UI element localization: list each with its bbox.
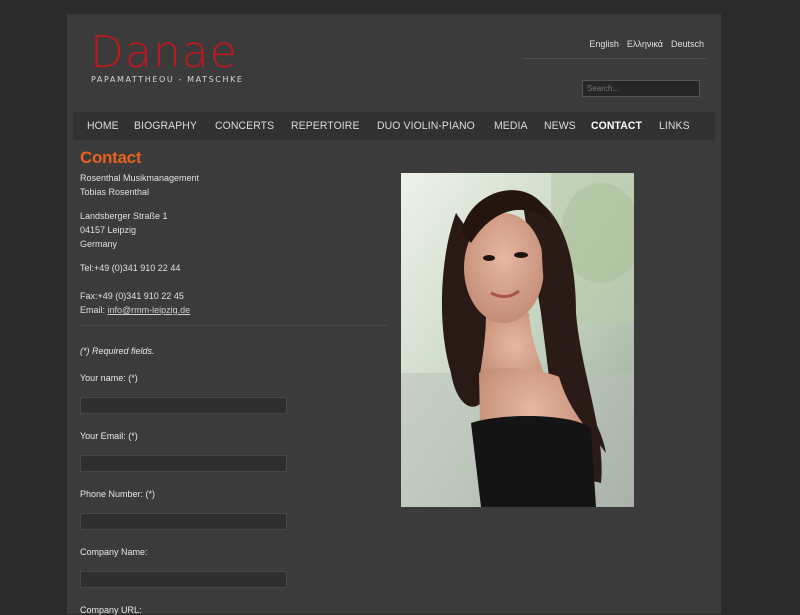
nav-media[interactable]: MEDIA	[494, 120, 528, 132]
org-name: Rosenthal Musikmanagement	[80, 173, 200, 183]
phone: Tel:+49 (0)341 910 22 44	[80, 263, 181, 273]
company-name-label: Company Name:	[80, 547, 148, 557]
nav-duo-violin-piano[interactable]: DUO VIOLIN-PIANO	[377, 120, 475, 132]
main-nav: HOME BIOGRAPHY CONCERTS REPERTOIRE DUO V…	[73, 112, 715, 140]
page-title: Contact	[80, 148, 142, 167]
nav-news[interactable]: NEWS	[544, 120, 576, 132]
person-name: Tobias Rosenthal	[80, 187, 150, 197]
nav-contact[interactable]: CONTACT	[591, 120, 642, 132]
nav-concerts[interactable]: CONCERTS	[215, 120, 274, 132]
email-input[interactable]	[80, 455, 287, 472]
city: 04157 Leipzig	[80, 225, 137, 235]
lang-german[interactable]: Deutsch	[671, 39, 704, 49]
company-name-input[interactable]	[80, 571, 287, 588]
street: Landsberger Straße 1	[80, 211, 168, 221]
fax: Fax:+49 (0)341 910 22 45	[80, 291, 184, 301]
email-label: Email:	[80, 305, 108, 315]
email-link[interactable]: info@rmm-leipzig.de	[108, 305, 191, 315]
lang-greek[interactable]: Ελληνικά	[627, 39, 663, 49]
search-input[interactable]	[582, 80, 700, 97]
nav-biography[interactable]: BIOGRAPHY	[134, 120, 197, 132]
contact-address: Rosenthal Musikmanagement Tobias Rosenth…	[80, 171, 400, 317]
required-note: (*) Required fields.	[80, 346, 155, 356]
country: Germany	[80, 239, 118, 249]
email-label-field: Your Email: (*)	[80, 431, 138, 441]
logo-title[interactable]: Danae	[90, 31, 238, 75]
nav-links[interactable]: LINKS	[659, 120, 690, 132]
company-url-label: Company URL:	[80, 605, 142, 615]
language-switcher: English Ελληνικά Deutsch	[589, 39, 704, 49]
portrait-photo	[401, 173, 634, 507]
name-label: Your name: (*)	[80, 373, 138, 383]
section-divider	[80, 325, 388, 326]
phone-label: Phone Number: (*)	[80, 489, 156, 499]
portrait-illustration	[401, 173, 634, 507]
nav-home[interactable]: HOME	[87, 120, 119, 132]
lang-english[interactable]: English	[589, 39, 619, 49]
phone-input[interactable]	[80, 513, 287, 530]
name-input[interactable]	[80, 397, 287, 414]
contact-content: Contact Rosenthal Musikmanagement Tobias…	[80, 148, 400, 615]
header-divider	[522, 58, 706, 59]
logo-subtitle: PAPAMATTHEOU - MATSCHKE	[91, 75, 244, 84]
page-container: Danae PAPAMATTHEOU - MATSCHKE English Ελ…	[67, 14, 721, 615]
nav-repertoire[interactable]: REPERTOIRE	[291, 120, 360, 132]
